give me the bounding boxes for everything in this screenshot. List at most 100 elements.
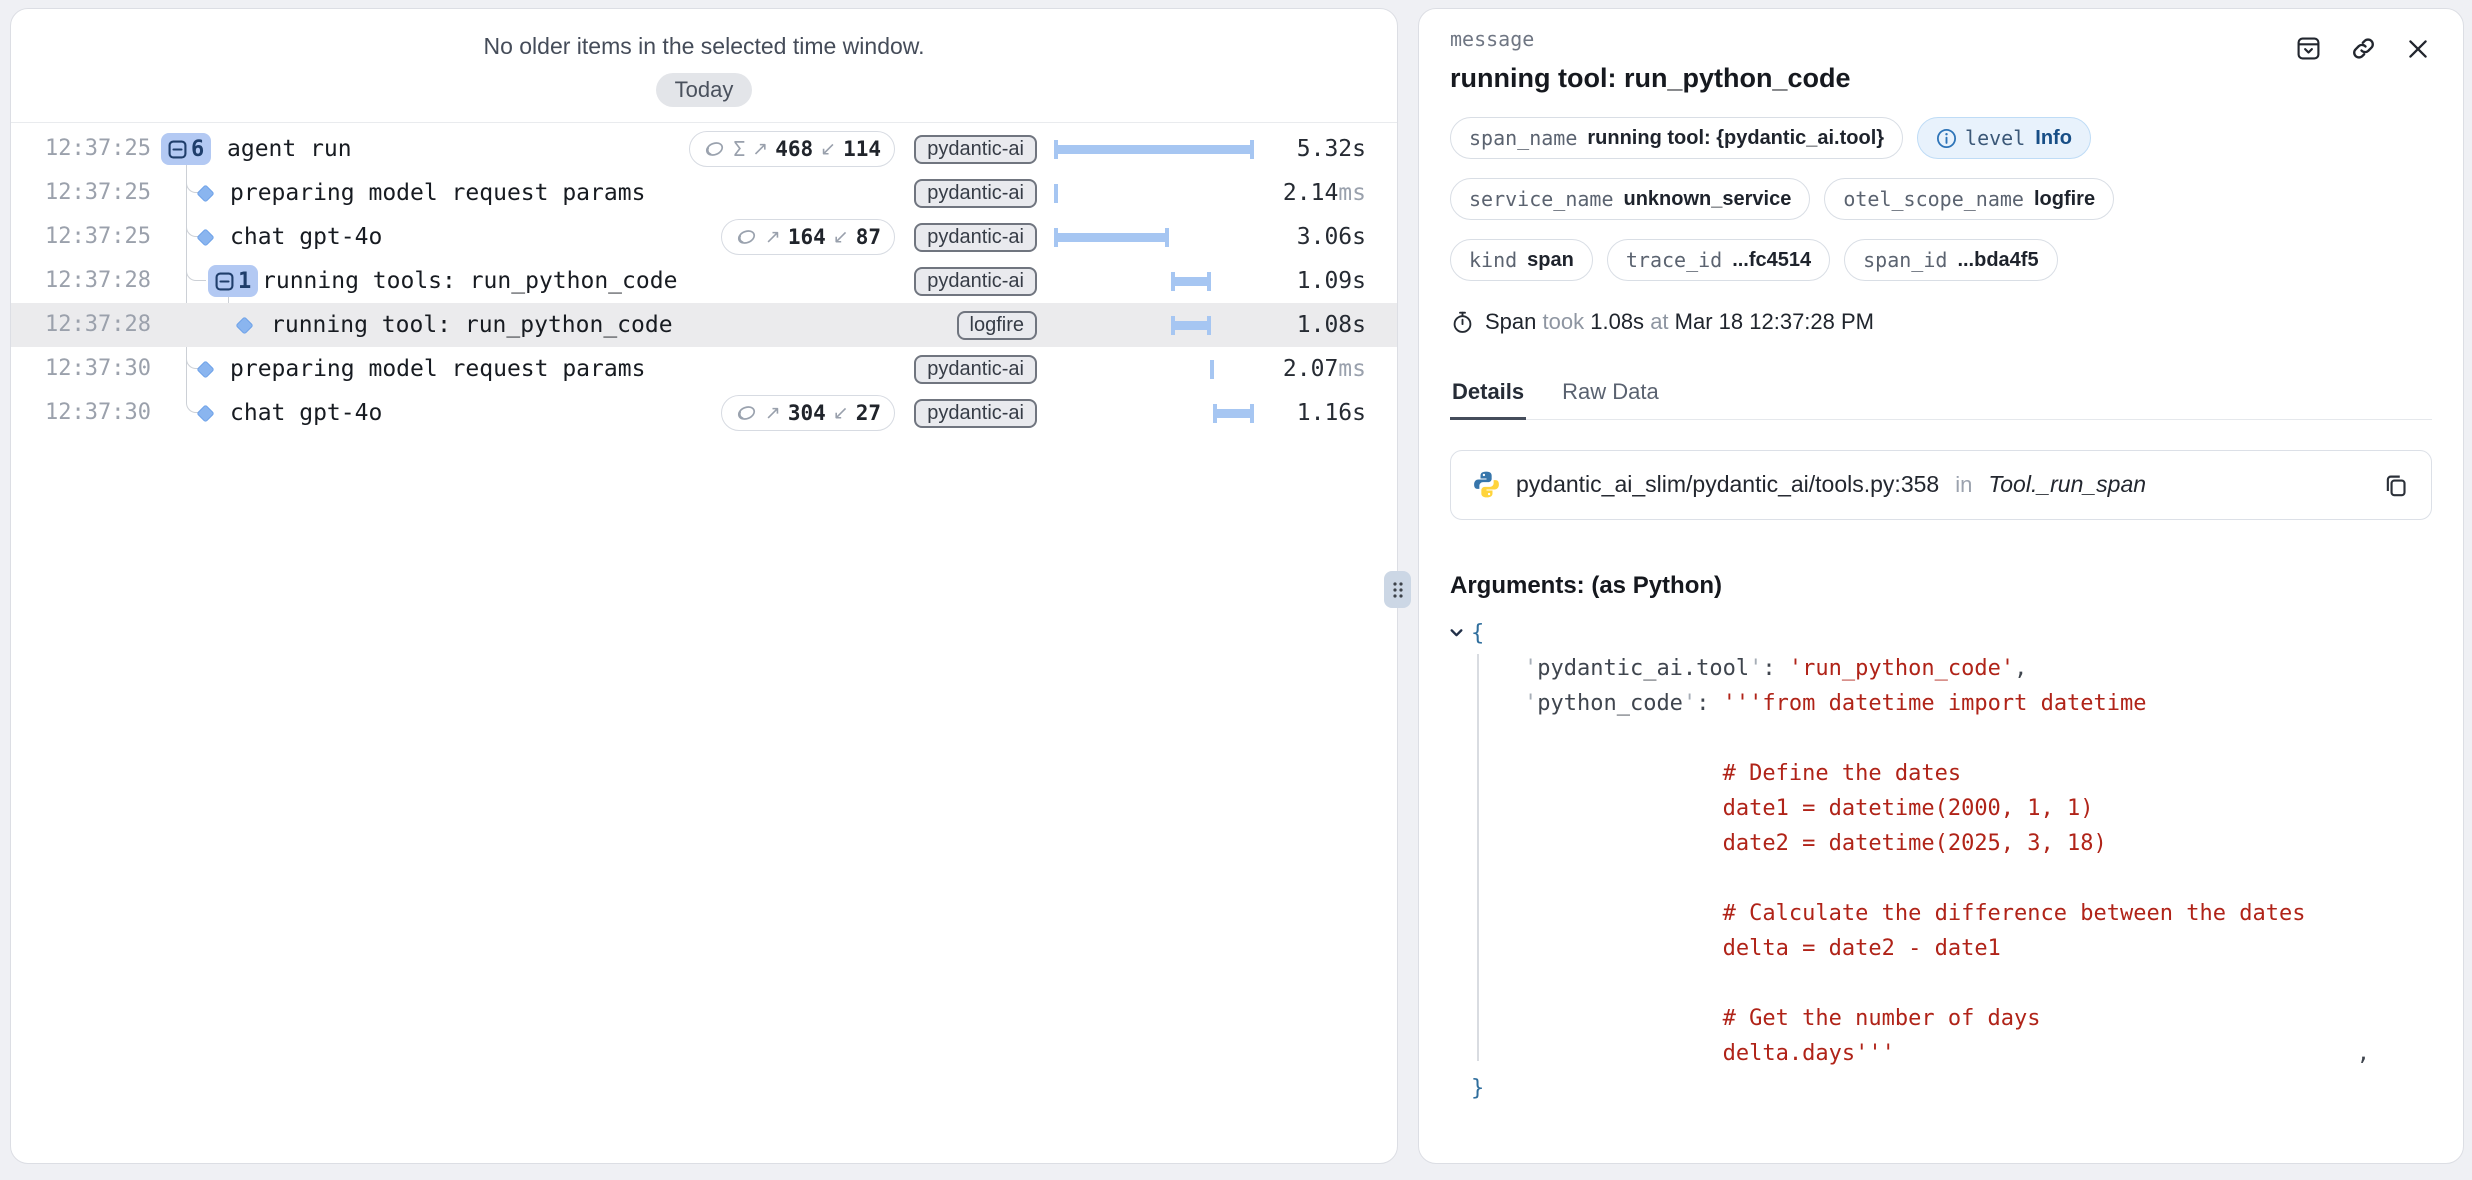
trace-row[interactable]: 12:37:30 preparing model request params py… xyxy=(11,347,1397,391)
scope-tag: pydantic-ai xyxy=(914,179,1037,208)
trace-row[interactable]: 12:37:25chat gpt-4o↗164↙87pydantic-ai3.0… xyxy=(11,215,1397,259)
attribute-pill-span_name[interactable]: span_name running tool: {pydantic_ai.tool… xyxy=(1450,117,1903,159)
token-coin-icon xyxy=(735,403,758,423)
timing-text: Span took 1.08s at Mar 18 12:37:28 PM xyxy=(1485,309,1874,335)
trace-row[interactable]: 12:37:25preparing model request paramspy… xyxy=(11,171,1397,215)
dock-panel-button[interactable] xyxy=(2293,33,2324,64)
row-timestamp: 12:37:30 xyxy=(27,347,151,391)
span-duration: 1.16s xyxy=(1297,391,1366,435)
copy-source-button[interactable] xyxy=(2380,469,2411,500)
span-duration: 2.07ms xyxy=(1283,347,1366,391)
timeline-bar xyxy=(1171,321,1211,330)
tokens-sent-arrow-icon: ↗ xyxy=(765,226,781,249)
collapse-minus-icon xyxy=(168,140,187,159)
today-button[interactable]: Today xyxy=(656,73,753,107)
dock-bottom-icon xyxy=(2295,35,2322,62)
timeline-bar xyxy=(1054,145,1254,154)
span-name: agent run xyxy=(227,127,352,171)
attribute-pill-row: kindspan trace_id...fc4514 span_id ...bda4f… xyxy=(1450,239,2432,281)
attribute-value: ...bda4f5 xyxy=(1957,249,2038,272)
source-path: pydantic_ai_slim/pydantic_ai/tools.py:35… xyxy=(1516,471,1939,498)
tokens-received: 114 xyxy=(843,137,881,161)
collapse-count-badge[interactable]: 1 xyxy=(208,265,258,297)
token-coin-icon xyxy=(703,139,726,159)
attribute-value: unknown_service xyxy=(1624,188,1792,211)
panel-resize-handle[interactable] xyxy=(1384,571,1411,608)
scope-tag: pydantic-ai xyxy=(914,355,1037,384)
close-icon xyxy=(2405,36,2431,62)
timeline-cell xyxy=(1054,303,1254,347)
attribute-value: logfire xyxy=(2034,188,2095,211)
attribute-pill-kind[interactable]: kindspan xyxy=(1450,239,1593,281)
code-line: { xyxy=(1471,616,2432,651)
code-line: # Get the number of days xyxy=(1471,1001,2432,1036)
attribute-pill-service_name[interactable]: service_nameunknown_service xyxy=(1450,178,1810,220)
span-duration: 3.06s xyxy=(1297,215,1366,259)
timeline-tick xyxy=(1210,360,1214,379)
scope-tag-column: pydantic-ai xyxy=(907,171,1037,215)
tokens-sent-arrow-icon: ↗ xyxy=(765,402,781,425)
code-line: 'pydantic_ai.tool': 'run_python_code', xyxy=(1471,651,2432,686)
tokens-received: 87 xyxy=(856,225,881,249)
timeline-bar xyxy=(1054,233,1169,242)
scope-tag-column: pydantic-ai xyxy=(907,215,1037,259)
scope-tag: pydantic-ai xyxy=(914,399,1037,428)
timeline-cell xyxy=(1054,215,1254,259)
code-line: # Calculate the difference between the d… xyxy=(1471,896,2432,931)
span-diamond-icon xyxy=(196,228,214,246)
source-location[interactable]: pydantic_ai_slim/pydantic_ai/tools.py:35… xyxy=(1450,450,2432,520)
timeline-cell xyxy=(1054,391,1254,435)
attribute-key: otel_scope_name xyxy=(1843,187,2024,211)
span-timing: Span took 1.08s at Mar 18 12:37:28 PM xyxy=(1450,309,2432,335)
code-line xyxy=(1471,721,2432,756)
collapse-json-chevron-icon[interactable] xyxy=(1448,624,1465,641)
token-coin-icon xyxy=(735,227,758,247)
span-kind-label: message xyxy=(1450,27,2432,51)
attribute-pill-span_id[interactable]: span_id ...bda4f5 xyxy=(1844,239,2057,281)
trace-row[interactable]: 12:37:256agent runΣ↗468↙114pydantic-ai5.… xyxy=(11,127,1397,171)
trace-row[interactable]: 12:37:30chat gpt-4o↗304↙27pydantic-ai1.1… xyxy=(11,391,1397,435)
attribute-pill-otel_scope_name[interactable]: otel_scope_name logfire xyxy=(1824,178,2114,220)
attribute-key: span_id xyxy=(1863,248,1947,272)
tokens-received-arrow-icon: ↙ xyxy=(833,402,849,425)
tokens-received-arrow-icon: ↙ xyxy=(820,138,836,161)
scope-tag-column: pydantic-ai xyxy=(907,259,1037,303)
collapse-minus-icon xyxy=(215,272,234,291)
timeline-cell xyxy=(1054,127,1254,171)
copy-link-button[interactable] xyxy=(2348,33,2379,64)
attribute-key: level xyxy=(1965,126,2025,150)
tab-raw-data[interactable]: Raw Data xyxy=(1560,379,1661,419)
token-usage-badge: ↗ 164 ↙ 87 xyxy=(721,219,895,255)
row-timestamp: 12:37:25 xyxy=(27,127,151,171)
span-name: running tool: run_python_code xyxy=(271,303,673,347)
close-panel-button[interactable] xyxy=(2403,33,2433,64)
token-usage-badge: ↗304↙27 xyxy=(721,395,895,431)
row-timestamp: 12:37:25 xyxy=(27,171,151,215)
attribute-value: span xyxy=(1527,249,1574,272)
attribute-pill-row: service_nameunknown_service otel_scope_na… xyxy=(1450,178,2432,220)
code-line: date1 = datetime(2000, 1, 1) xyxy=(1471,791,2432,826)
scope-tag-column: pydantic-ai xyxy=(907,127,1037,171)
collapse-count-badge[interactable]: 6 xyxy=(161,133,211,165)
tokens-sent: 164 xyxy=(788,225,826,249)
row-timestamp: 12:37:30 xyxy=(27,391,151,435)
tokens-sent: 468 xyxy=(775,137,813,161)
attribute-pill-trace_id[interactable]: trace_id...fc4514 xyxy=(1607,239,1830,281)
timeline-cell xyxy=(1054,171,1254,215)
tab-details[interactable]: Details xyxy=(1450,379,1526,420)
source-in-word: in xyxy=(1955,472,1972,498)
attribute-value: running tool: {pydantic_ai.tool} xyxy=(1587,127,1884,150)
span-name: chat gpt-4o xyxy=(230,215,382,259)
scope-tag-column: pydantic-ai xyxy=(907,391,1037,435)
scope-tag-column: logfire xyxy=(907,303,1037,347)
row-timestamp: 12:37:28 xyxy=(27,259,151,303)
grip-dots-icon xyxy=(1391,580,1405,600)
attribute-pill-level[interactable]: levelInfo xyxy=(1917,117,2091,159)
span-name: preparing model request params xyxy=(230,347,645,391)
attribute-key: span_name xyxy=(1469,126,1577,150)
attribute-pill-row: span_name running tool: {pydantic_ai.tool… xyxy=(1450,117,2432,159)
tokens-received-arrow-icon: ↙ xyxy=(833,226,849,249)
scope-tag: pydantic-ai xyxy=(914,135,1037,164)
trace-row[interactable]: 12:37:281running tools: run_python_codep… xyxy=(11,259,1397,303)
trace-row[interactable]: 12:37:28running tool: run_python_codelog… xyxy=(11,303,1397,347)
